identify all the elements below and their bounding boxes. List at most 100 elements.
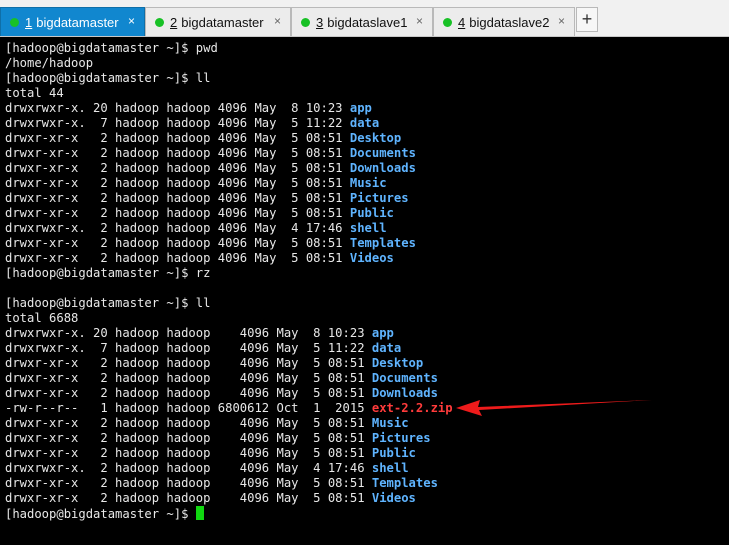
red-arrow-annotation (456, 400, 652, 416)
line-text: drwxr-xr-x 2 hadoop hadoop 4096 May 5 08… (5, 206, 350, 220)
directory-name: app (349, 101, 372, 115)
close-icon[interactable]: × (558, 14, 565, 28)
line-text: drwxr-xr-x 2 hadoop hadoop 4096 May 5 08… (5, 131, 350, 145)
listing-row: drwxrwxr-x. 2 hadoop hadoop 4096 May 4 1… (5, 221, 387, 236)
terminal-line: [hadoop@bigdatamaster ~]$ pwd (5, 41, 218, 56)
directory-name: Desktop (371, 356, 424, 370)
line-text: drwxr-xr-x 2 hadoop hadoop 4096 May 5 08… (5, 161, 350, 175)
new-tab-button[interactable]: + (576, 7, 598, 32)
listing-row: drwxrwxr-x. 2 hadoop hadoop 4096 May 4 1… (5, 461, 409, 476)
connected-status-icon (301, 17, 310, 27)
directory-name: Documents (349, 146, 416, 160)
listing-row: drwxr-xr-x 2 hadoop hadoop 4096 May 5 08… (5, 236, 416, 251)
line-text: drwxrwxr-x. 20 hadoop hadoop 4096 May 8 … (5, 326, 372, 340)
tab-number: 1 (25, 14, 33, 30)
listing-row: drwxr-xr-x 2 hadoop hadoop 4096 May 5 08… (5, 371, 438, 386)
listing-row: drwxr-xr-x 2 hadoop hadoop 4096 May 5 08… (5, 131, 401, 146)
line-text: [hadoop@bigdatamaster ~]$ ll (5, 296, 211, 310)
listing-row: drwxr-xr-x 2 hadoop hadoop 4096 May 5 08… (5, 161, 416, 176)
listing-row: drwxrwxr-x. 7 hadoop hadoop 4096 May 5 1… (5, 341, 401, 356)
tab-bigdatamaster-2[interactable]: 2 bigdatamaster × (145, 7, 291, 36)
close-icon[interactable]: × (128, 14, 135, 28)
line-text: drwxr-xr-x 2 hadoop hadoop 4096 May 5 08… (5, 251, 350, 265)
tab-label: bigdataslave1 (327, 14, 408, 30)
listing-row: drwxr-xr-x 2 hadoop hadoop 4096 May 5 08… (5, 386, 438, 401)
terminal-line: [hadoop@bigdatamaster ~]$ ll (5, 296, 210, 311)
line-text: drwxr-xr-x 2 hadoop hadoop 4096 May 5 08… (5, 476, 372, 490)
line-text: [hadoop@bigdatamaster ~]$ rz (5, 266, 211, 280)
line-text: drwxr-xr-x 2 hadoop hadoop 4096 May 5 08… (5, 446, 372, 460)
terminal-line: [hadoop@bigdatamaster ~]$ rz (5, 266, 210, 281)
connected-status-icon (10, 17, 19, 27)
directory-name: data (349, 116, 380, 130)
directory-name: Templates (371, 476, 438, 490)
directory-name: Music (371, 416, 409, 430)
tab-label: bigdataslave2 (469, 14, 550, 30)
directory-name: Desktop (349, 131, 402, 145)
directory-name: data (371, 341, 402, 355)
directory-name: Music (349, 176, 387, 190)
tab-label: bigdatamaster (181, 14, 264, 30)
connected-status-icon (155, 17, 164, 27)
line-text: [hadoop@bigdatamaster ~]$ (5, 507, 196, 521)
line-text: drwxrwxr-x. 7 hadoop hadoop 4096 May 5 1… (5, 341, 372, 355)
directory-name: Public (371, 446, 416, 460)
tab-bar: 1 bigdatamaster × 2 bigdatamaster × 3 bi… (0, 0, 729, 37)
tab-bigdatamaster-1[interactable]: 1 bigdatamaster × (0, 7, 145, 36)
listing-row: drwxr-xr-x 2 hadoop hadoop 4096 May 5 08… (5, 146, 416, 161)
line-text: drwxrwxr-x. 2 hadoop hadoop 4096 May 4 1… (5, 461, 372, 475)
terminal-line: [hadoop@bigdatamaster ~]$ ll (5, 71, 210, 86)
line-text: drwxrwxr-x. 7 hadoop hadoop 4096 May 5 1… (5, 116, 350, 130)
directory-name: Documents (371, 371, 438, 385)
directory-name: Videos (349, 251, 394, 265)
tab-bigdataslave2[interactable]: 4 bigdataslave2 × (433, 7, 575, 36)
connected-status-icon (443, 17, 452, 27)
line-text: drwxr-xr-x 2 hadoop hadoop 4096 May 5 08… (5, 431, 372, 445)
directory-name: Videos (371, 491, 416, 505)
directory-name: Downloads (371, 386, 438, 400)
line-text: total 44 (5, 86, 64, 100)
listing-row: drwxr-xr-x 2 hadoop hadoop 4096 May 5 08… (5, 356, 423, 371)
tab-number: 3 (316, 14, 324, 30)
line-text: drwxr-xr-x 2 hadoop hadoop 4096 May 5 08… (5, 491, 372, 505)
line-text: drwxr-xr-x 2 hadoop hadoop 4096 May 5 08… (5, 356, 372, 370)
listing-row: drwxrwxr-x. 20 hadoop hadoop 4096 May 8 … (5, 101, 372, 116)
listing-row: drwxrwxr-x. 7 hadoop hadoop 4096 May 5 1… (5, 116, 379, 131)
directory-name: Downloads (349, 161, 416, 175)
listing-row: drwxr-xr-x 2 hadoop hadoop 4096 May 5 08… (5, 491, 416, 506)
line-text: drwxr-xr-x 2 hadoop hadoop 4096 May 5 08… (5, 416, 372, 430)
line-text: drwxr-xr-x 2 hadoop hadoop 4096 May 5 08… (5, 236, 350, 250)
directory-name: shell (349, 221, 387, 235)
directory-name: Pictures (371, 431, 431, 445)
directory-name: Public (349, 206, 394, 220)
line-text: drwxrwxr-x. 2 hadoop hadoop 4096 May 4 1… (5, 221, 350, 235)
terminal-cursor (195, 506, 204, 520)
line-text: drwxr-xr-x 2 hadoop hadoop 4096 May 5 08… (5, 386, 372, 400)
line-text: drwxr-xr-x 2 hadoop hadoop 4096 May 5 08… (5, 191, 350, 205)
listing-row: -rw-r--r-- 1 hadoop hadoop 6800612 Oct 1… (5, 401, 453, 416)
listing-row: drwxrwxr-x. 20 hadoop hadoop 4096 May 8 … (5, 326, 394, 341)
line-text: /home/hadoop (5, 56, 94, 70)
terminal-line: total 6688 (5, 311, 78, 326)
listing-row: drwxr-xr-x 2 hadoop hadoop 4096 May 5 08… (5, 476, 438, 491)
listing-row: drwxr-xr-x 2 hadoop hadoop 4096 May 5 08… (5, 191, 409, 206)
listing-row: drwxr-xr-x 2 hadoop hadoop 4096 May 5 08… (5, 251, 394, 266)
directory-name: Templates (349, 236, 416, 250)
close-icon[interactable]: × (416, 14, 423, 28)
line-text: drwxr-xr-x 2 hadoop hadoop 4096 May 5 08… (5, 176, 350, 190)
directory-name: app (371, 326, 394, 340)
prompt-line: [hadoop@bigdatamaster ~]$ (5, 506, 204, 521)
listing-row: drwxr-xr-x 2 hadoop hadoop 4096 May 5 08… (5, 431, 431, 446)
tab-bigdataslave1[interactable]: 3 bigdataslave1 × (291, 7, 433, 36)
terminal-output[interactable]: [hadoop@bigdatamaster ~]$ pwd/home/hadoo… (0, 38, 729, 545)
line-text: drwxr-xr-x 2 hadoop hadoop 4096 May 5 08… (5, 146, 350, 160)
tab-label: bigdatamaster (36, 14, 119, 30)
listing-row: drwxr-xr-x 2 hadoop hadoop 4096 May 5 08… (5, 446, 416, 461)
line-text: -rw-r--r-- 1 hadoop hadoop 6800612 Oct 1… (5, 401, 372, 415)
directory-name: shell (371, 461, 409, 475)
line-text: [hadoop@bigdatamaster ~]$ ll (5, 71, 211, 85)
close-icon[interactable]: × (274, 14, 281, 28)
listing-row: drwxr-xr-x 2 hadoop hadoop 4096 May 5 08… (5, 416, 409, 431)
line-text: drwxr-xr-x 2 hadoop hadoop 4096 May 5 08… (5, 371, 372, 385)
line-text: drwxrwxr-x. 20 hadoop hadoop 4096 May 8 … (5, 101, 350, 115)
